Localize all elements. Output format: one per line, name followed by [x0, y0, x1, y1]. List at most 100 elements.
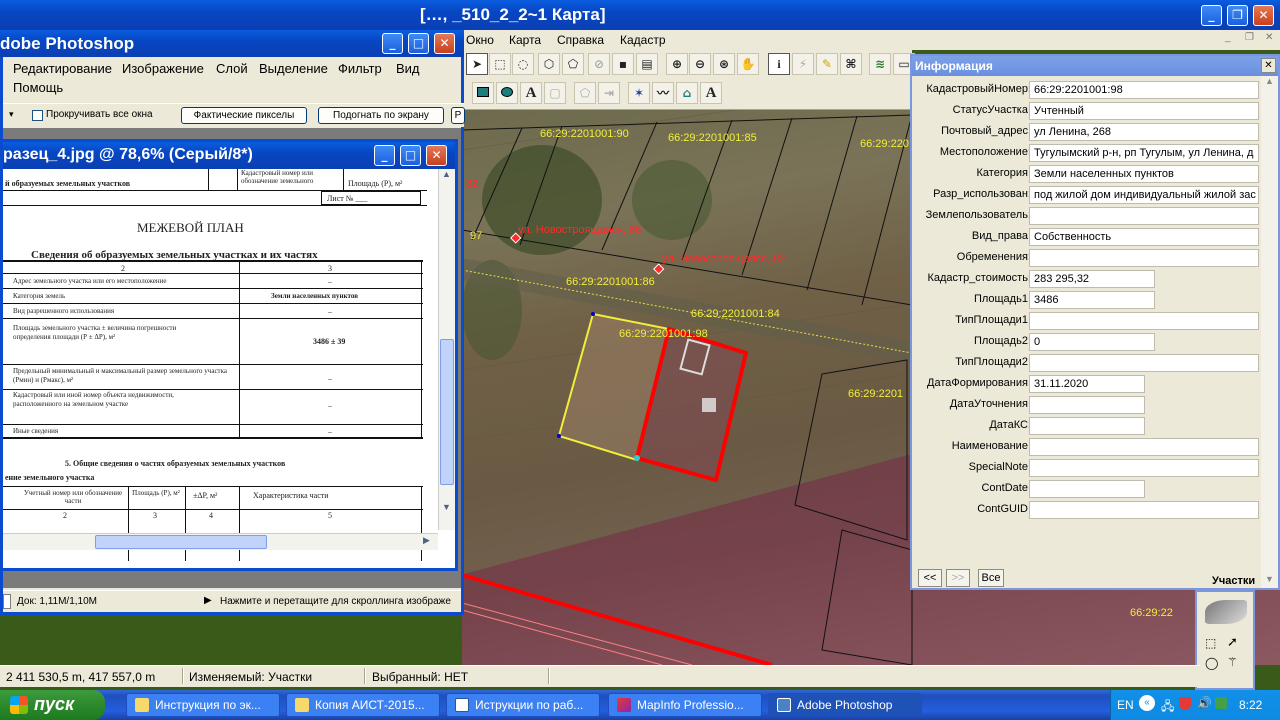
info-field-value[interactable]	[1029, 417, 1145, 435]
ps-menu-help[interactable]: Помощь	[13, 80, 63, 95]
mdi-close-icon[interactable]: ✕	[1265, 32, 1273, 43]
mdi-restore-icon[interactable]: ❐	[1245, 32, 1254, 43]
status-menu-arrow-icon[interactable]: ▶	[204, 595, 212, 606]
info-tool-icon[interactable]: i	[768, 53, 790, 75]
task-instructions-word[interactable]: Иструкции по раб...	[446, 693, 600, 717]
info-field-value[interactable]: 31.11.2020	[1029, 375, 1145, 393]
info-scroll-up-icon[interactable]: ▲	[1265, 76, 1274, 86]
drag-window-icon[interactable]: ⌘	[840, 53, 862, 75]
editable-layer[interactable]: Изменяемый: Участки	[189, 670, 312, 684]
info-field-value[interactable]	[1029, 459, 1259, 477]
wand-tool-icon[interactable]: ⚚	[1227, 655, 1238, 669]
info-field-value[interactable]: 3486	[1029, 291, 1155, 309]
info-field-value[interactable]: Собственность	[1029, 228, 1259, 246]
ps-menu-select[interactable]: Выделение	[259, 61, 328, 76]
selected-layer[interactable]: Выбранный: НЕТ	[372, 670, 468, 684]
rectangle-tool-icon[interactable]	[472, 82, 494, 104]
ps-menu-view[interactable]: Вид	[396, 61, 420, 76]
info-vertical-scrollbar[interactable]: ▲ ▼	[1261, 76, 1278, 588]
document-canvas[interactable]: й образуемых земельных участков Кадастро…	[3, 169, 427, 561]
ps-menu-edit[interactable]: Редактирование	[13, 61, 112, 76]
arrow-tool-icon[interactable]: ➚	[1227, 634, 1238, 650]
lasso-tool-icon[interactable]: ◯	[1205, 656, 1218, 670]
boundary-select-icon[interactable]: ⬠	[562, 53, 584, 75]
tray-expand-icon[interactable]: «	[1139, 695, 1155, 711]
marquee-tool-icon[interactable]: ⬚	[1205, 636, 1216, 650]
info-field-value[interactable]	[1029, 480, 1145, 498]
all-records-button[interactable]: Все	[978, 569, 1004, 587]
menu-cadastre[interactable]: Кадастр	[620, 33, 666, 47]
grabber-hand-icon[interactable]: ✋	[737, 53, 759, 75]
info-field-value[interactable]	[1029, 396, 1145, 414]
select-arrow-icon[interactable]: ➤	[466, 53, 488, 75]
frame-tool-icon[interactable]: ▢	[544, 82, 566, 104]
info-field-value[interactable]	[1029, 207, 1259, 225]
start-button[interactable]: пуск	[0, 690, 105, 720]
vertical-scroll-thumb[interactable]	[440, 339, 454, 485]
scroll-down-icon[interactable]: ▼	[442, 502, 451, 512]
info-field-value[interactable]	[1029, 249, 1259, 267]
info-field-value[interactable]: Учтенный	[1029, 102, 1259, 120]
info-field-value[interactable]	[1029, 312, 1259, 330]
close-button[interactable]: ✕	[1253, 5, 1274, 26]
zoom-in-icon[interactable]: ⊕	[666, 53, 688, 75]
language-indicator[interactable]: EN	[1117, 698, 1134, 712]
tool-preset-dropdown-icon[interactable]: ▾	[9, 109, 14, 120]
scroll-all-checkbox[interactable]	[32, 110, 43, 121]
task-photoshop[interactable]: Adobe Photoshop	[768, 693, 922, 717]
info-field-value[interactable]	[1029, 438, 1259, 456]
label-tool-icon[interactable]: ✎	[816, 53, 838, 75]
horizontal-scroll-thumb[interactable]	[95, 535, 267, 549]
task-aist-copy[interactable]: Копия АИСТ-2015...	[286, 693, 440, 717]
info-field-value[interactable]: 283 295,32	[1029, 270, 1155, 288]
zoom-field[interactable]	[3, 594, 11, 609]
info-scroll-down-icon[interactable]: ▼	[1265, 574, 1274, 584]
ps-menu-filter[interactable]: Фильтр	[338, 61, 382, 76]
info-field-value[interactable]: Тугулымский р-н, рп Тугулым, ул Ленина, …	[1029, 144, 1259, 162]
menu-window[interactable]: Окно	[466, 33, 494, 47]
add-node-icon[interactable]: ⇥	[598, 82, 620, 104]
antivirus-icon[interactable]	[1215, 697, 1227, 709]
next-record-button[interactable]: >>	[946, 569, 970, 587]
doc-minimize-button[interactable]: _	[374, 145, 395, 166]
ps-maximize-button[interactable]: □	[408, 33, 429, 54]
restore-button[interactable]: ❐	[1227, 5, 1248, 26]
info-field-value[interactable]: под жилой дом индивидуальный жилой зас	[1029, 186, 1259, 204]
minimize-button[interactable]: _	[1201, 5, 1222, 26]
layer-control-icon[interactable]: ≋	[869, 53, 891, 75]
document-vertical-scrollbar[interactable]: ▲ ▼	[438, 169, 455, 530]
info-field-value[interactable]: ул Ленина, 268	[1029, 123, 1259, 141]
prev-record-button[interactable]: <<	[918, 569, 942, 587]
text-tool-icon[interactable]: A	[520, 82, 542, 104]
radius-select-icon[interactable]: ◌	[512, 53, 534, 75]
graph-select-icon[interactable]: ▪	[612, 53, 634, 75]
zoom-out-icon[interactable]: ⊖	[689, 53, 711, 75]
label-select-icon[interactable]: ▤	[636, 53, 658, 75]
ps-close-button[interactable]: ✕	[434, 33, 455, 54]
info-field-value[interactable]	[1029, 354, 1259, 372]
fit-screen-button[interactable]: Подогнать по экрану	[318, 107, 444, 124]
scroll-up-icon[interactable]: ▲	[442, 169, 451, 179]
info-close-icon[interactable]: ✕	[1261, 58, 1276, 73]
change-view-icon[interactable]: ⊛	[713, 53, 735, 75]
network-icon[interactable]: 🖧	[1161, 697, 1174, 718]
ps-menu-layer[interactable]: Слой	[216, 61, 248, 76]
hotlink-icon[interactable]: ⚡	[792, 53, 814, 75]
mdi-minimize-icon[interactable]: _	[1225, 32, 1231, 43]
doc-maximize-button[interactable]: □	[400, 145, 421, 166]
info-field-value[interactable]: 66:29:2201001:98	[1029, 81, 1259, 99]
line-style-icon[interactable]: 〰	[652, 82, 674, 104]
ellipse-tool-icon[interactable]	[496, 82, 518, 104]
task-mapinfo[interactable]: MapInfo Professio...	[608, 693, 762, 717]
text-style-icon[interactable]: A	[700, 82, 722, 104]
invert-select-icon[interactable]: ⊘	[588, 53, 610, 75]
marquee-select-icon[interactable]: ⬚	[489, 53, 511, 75]
actual-pixels-button[interactable]: Фактические пикселы	[181, 107, 307, 124]
document-horizontal-scrollbar[interactable]: ▶	[3, 533, 438, 550]
region-style-icon[interactable]: ⌂	[676, 82, 698, 104]
task-instruction-doc[interactable]: Инструкция по эк...	[126, 693, 280, 717]
ps-minimize-button[interactable]: _	[382, 33, 403, 54]
polygon-select-icon[interactable]: ⬡	[538, 53, 560, 75]
symbol-style-icon[interactable]: ✶	[628, 82, 650, 104]
doc-close-button[interactable]: ✕	[426, 145, 447, 166]
